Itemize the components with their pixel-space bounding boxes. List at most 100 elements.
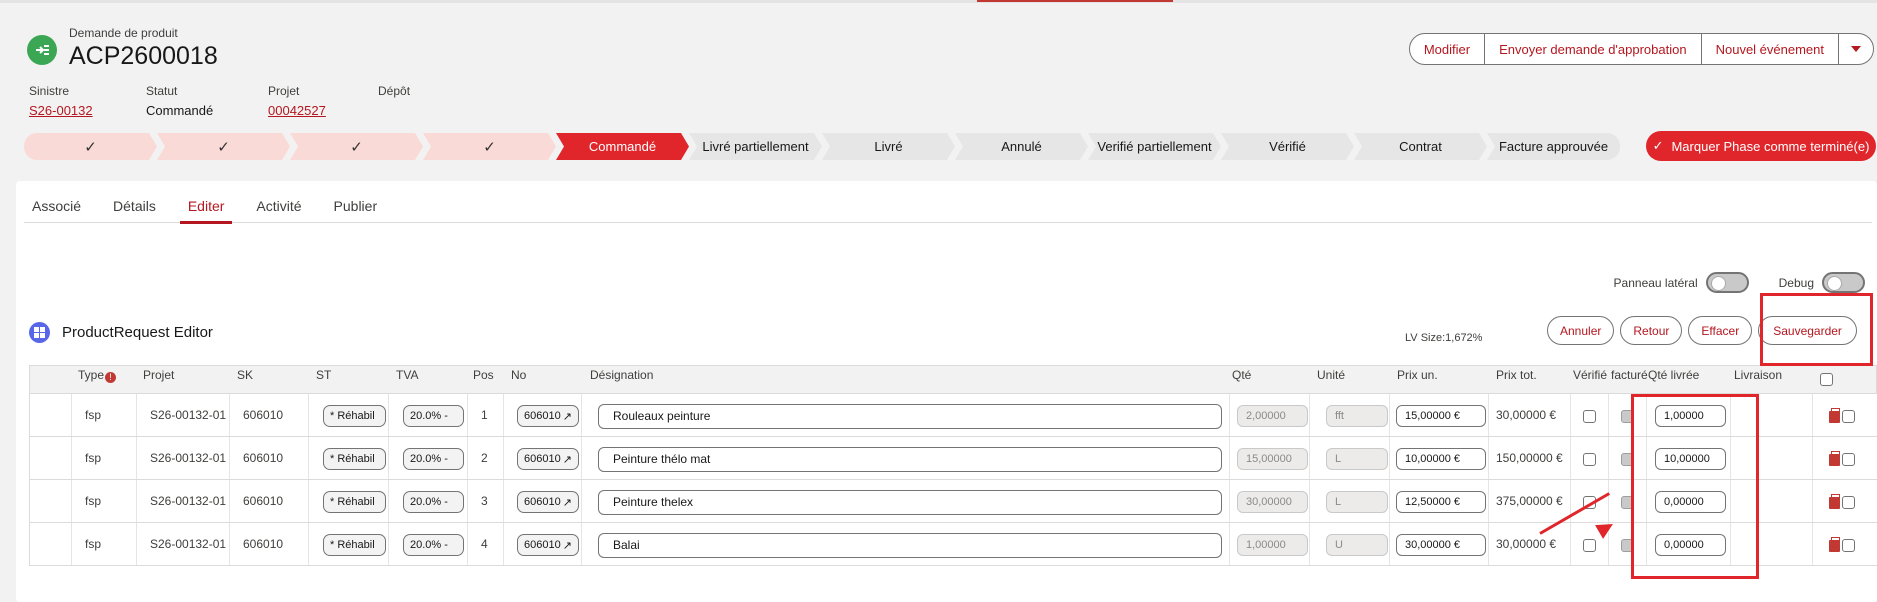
tva-picklist[interactable]: 20.0% - [403, 448, 464, 470]
sinistre-link[interactable]: S26-00132 [29, 103, 146, 118]
delete-icon[interactable] [1829, 537, 1840, 552]
tva-value: 20.0% - [410, 410, 448, 422]
path-step-4[interactable]: ✓ [423, 133, 556, 160]
path-step-1[interactable]: ✓ [24, 133, 157, 160]
path-step-commande[interactable]: Commandé [556, 133, 689, 160]
no-value: 606010 [524, 539, 561, 551]
tab-publier[interactable]: Publier [326, 198, 386, 223]
select-all-checkbox[interactable] [1820, 373, 1833, 386]
verifie-checkbox[interactable] [1583, 410, 1596, 423]
no-lookup[interactable]: 606010 ↗ [517, 448, 579, 470]
tva-value: 20.0% - [410, 539, 448, 551]
table-row: fsp S26-00132-01 606010 * Réhabil 20.0% - 1 6… [29, 394, 1877, 437]
path-step-2[interactable]: ✓ [157, 133, 290, 160]
mark-phase-complete-button[interactable]: ✓ Marquer Phase comme terminé(e) [1646, 131, 1876, 161]
delete-icon[interactable] [1829, 494, 1840, 509]
designation-input[interactable]: Peinture thélo mat [598, 447, 1222, 472]
tva-picklist[interactable]: 20.0% - [403, 491, 464, 513]
col-type[interactable]: Type! [78, 368, 117, 383]
col-sk[interactable]: SK [237, 368, 253, 382]
debug-label: Debug [1778, 275, 1814, 290]
lv-size-text: LV Size:1,672% [1405, 332, 1483, 344]
path-step-contrat[interactable]: Contrat [1354, 133, 1487, 160]
tva-value: 20.0% - [410, 496, 448, 508]
st-picklist[interactable]: * Réhabil [323, 405, 386, 427]
side-panel-toggle[interactable] [1705, 272, 1749, 293]
field-label: Sinistre [29, 84, 70, 98]
designation-input[interactable]: Balai [598, 533, 1222, 558]
st-picklist[interactable]: * Réhabil [323, 491, 386, 513]
path-step-livre-partiellement[interactable]: Livré partiellement [689, 133, 822, 160]
prix-un-input[interactable]: 15,00000 € [1396, 405, 1486, 427]
col-designation[interactable]: Désignation [590, 368, 653, 382]
cell-pos: 1 [481, 408, 488, 422]
col-qte[interactable]: Qté [1232, 368, 1251, 382]
no-lookup[interactable]: 606010 ↗ [517, 491, 579, 513]
more-actions-button[interactable] [1839, 34, 1873, 64]
cell-prix-tot: 30,00000 € [1496, 408, 1557, 422]
chevron-down-icon [1851, 46, 1861, 52]
tab-associe[interactable]: Associé [24, 198, 89, 223]
st-picklist[interactable]: * Réhabil [323, 448, 386, 470]
col-no[interactable]: No [511, 368, 526, 382]
modify-button[interactable]: Modifier [1410, 34, 1486, 64]
col-pos[interactable]: Pos [473, 368, 494, 382]
cell-type: fsp [85, 494, 102, 508]
cell-projet: S26-00132-01 [150, 451, 227, 465]
designation-input[interactable]: Peinture thelex [598, 490, 1222, 515]
delete-icon[interactable] [1829, 408, 1840, 423]
new-event-button[interactable]: Nouvel événement [1702, 34, 1839, 64]
active-tab-marker [977, 0, 1173, 2]
cancel-button[interactable]: Annuler [1547, 316, 1615, 345]
prix-un-input[interactable]: 12,50000 € [1396, 491, 1486, 513]
col-verifie[interactable]: Vérifié [1573, 368, 1607, 382]
required-icon: ! [105, 372, 117, 383]
designation-input[interactable]: Rouleaux peinture [598, 404, 1222, 429]
back-button[interactable]: Retour [1620, 316, 1683, 345]
no-lookup[interactable]: 606010 ↗ [517, 405, 579, 427]
col-type-label: Type [78, 368, 105, 382]
projet-link[interactable]: 00042527 [268, 103, 378, 118]
row-select-checkbox[interactable] [1842, 539, 1855, 552]
col-st[interactable]: ST [316, 368, 331, 382]
verifie-checkbox[interactable] [1583, 453, 1596, 466]
row-select-checkbox[interactable] [1842, 496, 1855, 509]
verifie-checkbox[interactable] [1583, 539, 1596, 552]
st-picklist[interactable]: * Réhabil [323, 534, 386, 556]
no-value: 606010 [524, 496, 561, 508]
col-tva[interactable]: TVA [396, 368, 418, 382]
tva-picklist[interactable]: 20.0% - [403, 405, 464, 427]
col-facture[interactable]: facturé [1611, 368, 1648, 382]
tab-details[interactable]: Détails [105, 198, 164, 223]
delete-icon[interactable] [1829, 451, 1840, 466]
send-approval-button[interactable]: Envoyer demande d'approbation [1485, 34, 1702, 64]
col-qte-livree[interactable]: Qté livrée [1648, 368, 1699, 382]
col-prix-tot[interactable]: Prix tot. [1496, 368, 1537, 382]
col-prix-un[interactable]: Prix un. [1397, 368, 1438, 382]
col-projet[interactable]: Projet [143, 368, 174, 382]
qte-field: 1,00000 [1237, 534, 1308, 556]
highlight-box-qte-livree [1631, 394, 1759, 579]
clear-button[interactable]: Effacer [1688, 316, 1753, 345]
row-select-checkbox[interactable] [1842, 410, 1855, 423]
path-step-verifie-partiellement[interactable]: Verifié partiellement [1088, 133, 1221, 160]
tab-editer[interactable]: Editer [179, 198, 233, 224]
tva-picklist[interactable]: 20.0% - [403, 534, 464, 556]
debug-toggle[interactable] [1822, 272, 1865, 293]
no-value: 606010 [524, 410, 561, 422]
path-step-verifie[interactable]: Vérifié [1221, 133, 1354, 160]
path-step-livre[interactable]: Livré [822, 133, 955, 160]
st-value: * Réhabil [330, 453, 375, 465]
prix-un-input[interactable]: 30,00000 € [1396, 534, 1486, 556]
col-unite[interactable]: Unité [1317, 368, 1345, 382]
no-lookup[interactable]: 606010 ↗ [517, 534, 579, 556]
path-step-annule[interactable]: Annulé [955, 133, 1088, 160]
path-step-3[interactable]: ✓ [290, 133, 423, 160]
tab-activite[interactable]: Activité [248, 198, 309, 223]
col-livraison[interactable]: Livraison [1734, 368, 1782, 382]
row-select-checkbox[interactable] [1842, 453, 1855, 466]
prix-un-input[interactable]: 10,00000 € [1396, 448, 1486, 470]
path-step-facture-approuvee[interactable]: Facture approuvée [1487, 133, 1620, 160]
side-panel-label: Panneau latéral [1613, 275, 1698, 290]
check-icon: ✓ [1652, 138, 1664, 153]
